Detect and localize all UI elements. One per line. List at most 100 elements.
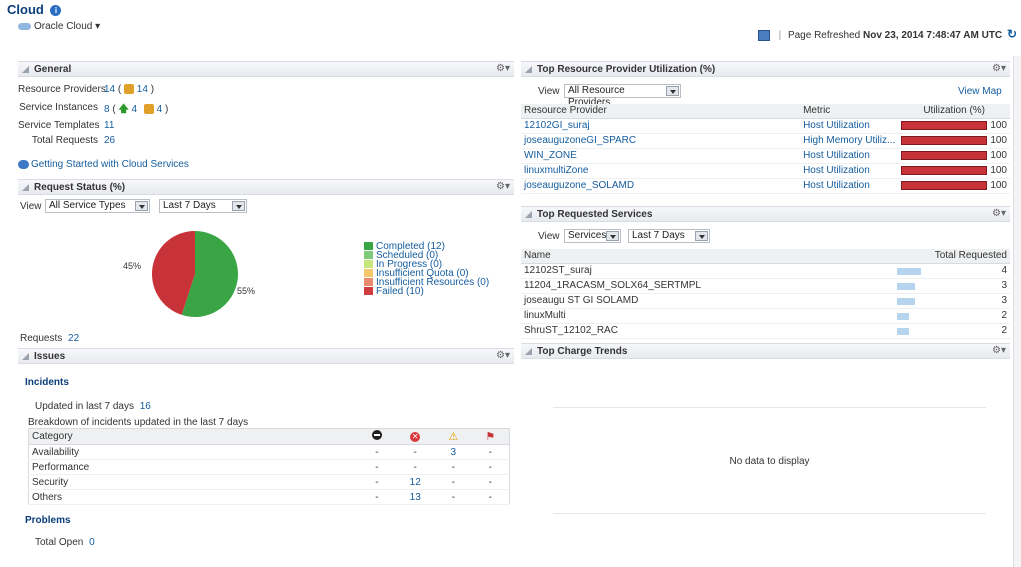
requested-value: 4: [1001, 265, 1007, 276]
service-instances-link[interactable]: 8: [104, 104, 110, 115]
legend-swatch: [364, 251, 373, 260]
provider-link[interactable]: linuxmultiZone: [521, 163, 801, 179]
count-cell[interactable]: 3: [435, 444, 472, 460]
table-row: 12102ST_suraj 4: [521, 263, 1010, 279]
collapse-icon[interactable]: [22, 66, 29, 73]
category-cell: Performance: [28, 459, 359, 475]
critical-header: ✕: [395, 428, 435, 445]
issues-title: Issues: [34, 351, 66, 362]
gear-icon[interactable]: ⚙▾: [992, 208, 1006, 219]
total-requests-link[interactable]: 26: [104, 135, 115, 146]
breadcrumb[interactable]: Oracle Cloud ▾: [18, 21, 100, 32]
collapse-icon[interactable]: [525, 66, 532, 73]
table-row: Security - 12 - -: [28, 474, 510, 490]
resource-providers-link[interactable]: 14: [104, 84, 115, 95]
requested-bar: [897, 283, 915, 290]
updated-row: Updated in last 7 days 16: [35, 401, 151, 412]
service-instances-other[interactable]: 4: [157, 104, 163, 115]
requests-link[interactable]: 22: [68, 333, 79, 344]
service-instances-value: 8 ( 🡅 4 4 ): [104, 104, 169, 115]
count-cell: -: [358, 459, 396, 475]
table-row: 11204_1RACASM_SOLX64_SERTMPL 3: [521, 278, 1010, 294]
service-type-select[interactable]: All Service Types: [45, 199, 150, 213]
utilization-table: Resource Provider Metric Utilization (%)…: [521, 104, 1010, 194]
provider-select[interactable]: All Resource Providers: [564, 84, 681, 108]
requested-panel-header: Top Requested Services ⚙▾: [521, 206, 1010, 222]
service-name: 11204_1RACASM_SOLX64_SERTMPL: [521, 278, 894, 294]
flag-icon: ⚑: [485, 431, 496, 443]
collapse-icon[interactable]: [22, 184, 29, 191]
legend-label-failed[interactable]: Failed (10): [376, 286, 424, 297]
requested-value: 3: [1001, 280, 1007, 291]
category-cell: Others: [28, 489, 359, 505]
fatal-header: [358, 428, 396, 445]
resource-providers-icon-count[interactable]: 14: [137, 84, 148, 95]
collapse-icon[interactable]: [22, 353, 29, 360]
service-templates-label: Service Templates: [18, 120, 100, 131]
metric-link[interactable]: Host Utilization: [800, 118, 899, 134]
metric-link[interactable]: Host Utilization: [800, 148, 899, 164]
metric-header: Metric: [800, 104, 899, 119]
requested-type-select[interactable]: Services: [564, 229, 621, 243]
utilization-value: 100: [990, 165, 1007, 176]
updated-label: Updated in last 7 days: [35, 401, 134, 412]
legend-swatch: [364, 242, 373, 251]
utilization-value: 100: [990, 180, 1007, 191]
utilization-bar: [901, 150, 988, 160]
calendar-icon[interactable]: [757, 29, 770, 41]
view-map-link[interactable]: View Map: [958, 86, 1002, 97]
provider-link[interactable]: joseauguzone_SOLAMD: [521, 178, 801, 194]
utilization-title: Top Resource Provider Utilization (%): [537, 64, 716, 75]
category-cell: Security: [28, 474, 359, 490]
info-icon[interactable]: i: [50, 5, 62, 16]
request-status-title: Request Status (%): [34, 182, 126, 193]
scrollbar[interactable]: [1013, 56, 1021, 567]
general-panel-header: General ⚙▾: [18, 61, 514, 77]
requested-type-select-value: Services: [568, 230, 607, 241]
request-period-select[interactable]: Last 7 Days: [159, 199, 247, 213]
provider-link[interactable]: 12102GI_suraj: [521, 118, 801, 134]
gear-icon[interactable]: ⚙▾: [496, 63, 510, 74]
provider-link[interactable]: WIN_ZONE: [521, 148, 801, 164]
metric-link[interactable]: Host Utilization: [800, 178, 899, 194]
service-name: joseaugu ST GI SOLAMD: [521, 293, 894, 309]
refresh-icon[interactable]: ↻: [1007, 27, 1017, 41]
collapse-icon[interactable]: [525, 211, 532, 218]
collapse-icon[interactable]: [525, 348, 532, 355]
chevron-down-icon: ▾: [95, 21, 101, 32]
table-row: linuxMulti 2: [521, 308, 1010, 324]
count-cell: -: [435, 489, 472, 505]
metric-link[interactable]: High Memory Utiliz...: [800, 133, 899, 149]
metric-link[interactable]: Host Utilization: [800, 163, 899, 179]
incidents-heading: Incidents: [25, 377, 69, 388]
total-header: Total Requested: [894, 249, 1010, 264]
resource-providers-value: 14 ( 14 ): [104, 84, 155, 95]
requested-bar: [897, 298, 915, 305]
requested-period-select[interactable]: Last 7 Days: [628, 229, 710, 243]
provider-link[interactable]: joseauguzoneGI_SPARC: [521, 133, 801, 149]
refresh-label: Page Refreshed: [787, 30, 861, 41]
refresh-area: | Page Refreshed Nov 23, 2014 7:48:47 AM…: [757, 27, 1017, 41]
breakdown-label: Breakdown of incidents updated in the la…: [28, 417, 249, 428]
service-templates-link[interactable]: 11: [104, 120, 114, 131]
count-cell[interactable]: 13: [395, 489, 435, 505]
fatal-icon: [371, 430, 382, 440]
charge-title: Top Charge Trends: [537, 346, 628, 357]
updated-link[interactable]: 16: [140, 401, 151, 412]
service-instances-up[interactable]: 4: [132, 104, 138, 115]
gear-icon[interactable]: ⚙▾: [992, 345, 1006, 356]
requested-cell: 3: [894, 278, 1010, 294]
utilization-value: 100: [990, 120, 1007, 131]
gear-icon[interactable]: ⚙▾: [496, 181, 510, 192]
getting-started-link[interactable]: Getting Started with Cloud Services: [31, 159, 189, 170]
refresh-time: Nov 23, 2014 7:48:47 AM UTC: [863, 30, 1003, 41]
utilization-value: 100: [990, 150, 1007, 161]
total-open-link[interactable]: 0: [89, 537, 95, 548]
count-cell: -: [471, 444, 510, 460]
gear-icon[interactable]: ⚙▾: [992, 63, 1006, 74]
service-instances-label: Service Instances: [19, 102, 98, 113]
gear-icon[interactable]: ⚙▾: [496, 350, 510, 361]
charge-panel-header: Top Charge Trends ⚙▾: [521, 343, 1010, 359]
getting-started-row[interactable]: Getting Started with Cloud Services: [18, 159, 189, 170]
count-cell[interactable]: 12: [395, 474, 435, 490]
